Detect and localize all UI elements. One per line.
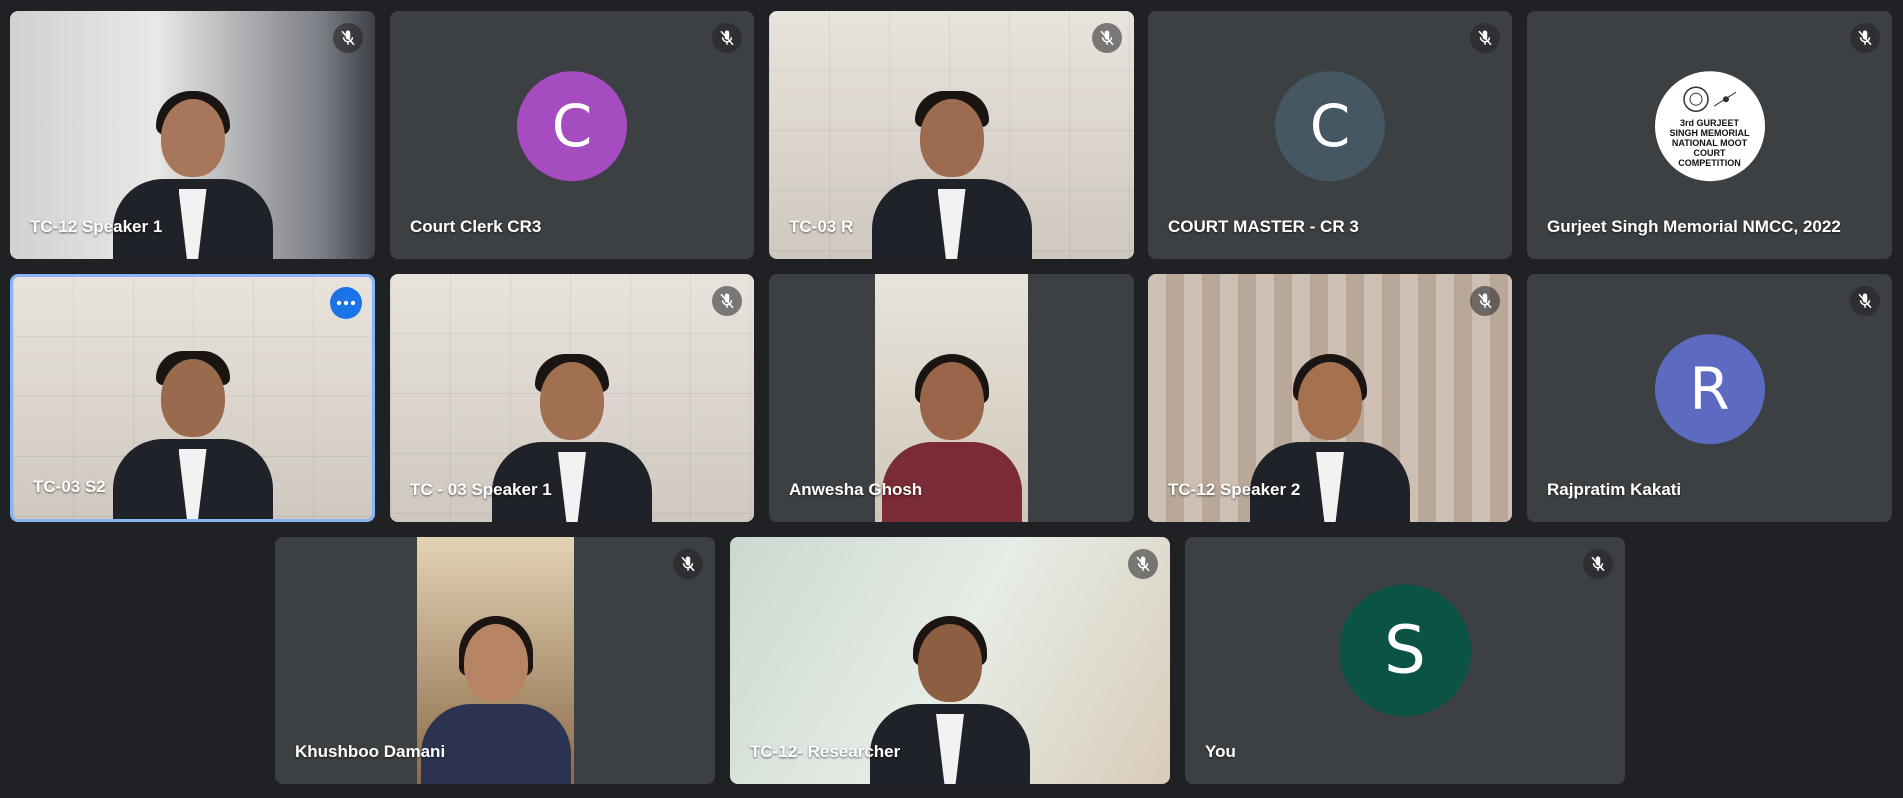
participant-tile-self[interactable]: S You — [1185, 537, 1625, 784]
participant-tile[interactable]: C Court Clerk CR3 — [390, 11, 754, 259]
participant-tile[interactable]: C COURT MASTER - CR 3 — [1148, 11, 1512, 259]
participant-name: Anwesha Ghosh — [789, 480, 923, 499]
participant-name: Rajpratim Kakati — [1547, 480, 1682, 499]
logo-text: 3rd GURJEET SINGH MEMORIAL NATIONAL MOOT… — [1669, 118, 1750, 169]
mic-off-icon — [673, 549, 703, 579]
mic-off-icon — [1092, 23, 1122, 53]
participant-tile[interactable]: Khushboo Damani — [275, 537, 715, 784]
mic-off-icon — [712, 23, 742, 53]
participant-tile[interactable]: Anwesha Ghosh — [769, 274, 1134, 522]
participant-name: TC - 03 Speaker 1 — [410, 480, 552, 499]
participant-name: TC-03 S2 — [33, 477, 106, 496]
participant-tile[interactable]: TC-03 R — [769, 11, 1134, 259]
participant-tile[interactable]: 3rd GURJEET SINGH MEMORIAL NATIONAL MOOT… — [1527, 11, 1892, 259]
mic-off-icon — [1850, 286, 1880, 316]
avatar: C — [1275, 71, 1385, 182]
participant-tile[interactable]: R Rajpratim Kakati — [1527, 274, 1892, 522]
mic-off-icon — [1470, 286, 1500, 316]
mic-off-icon — [333, 23, 363, 53]
participant-tile-active[interactable]: TC-03 S2 — [10, 274, 375, 522]
mic-off-icon — [712, 286, 742, 316]
participant-tile[interactable]: TC-12 Speaker 2 — [1148, 274, 1512, 522]
mic-off-icon — [1583, 549, 1613, 579]
avatar: S — [1339, 583, 1471, 716]
mic-off-icon — [1470, 23, 1500, 53]
more-options-icon[interactable] — [330, 287, 362, 319]
competition-logo: 3rd GURJEET SINGH MEMORIAL NATIONAL MOOT… — [1654, 71, 1765, 182]
mic-off-icon — [1850, 23, 1880, 53]
participant-name: Gurjeet Singh Memorial NMCC, 2022 — [1547, 217, 1841, 236]
mic-off-icon — [1128, 549, 1158, 579]
participant-tile[interactable]: TC - 03 Speaker 1 — [390, 274, 754, 522]
participant-tile[interactable]: TC-12 Speaker 1 — [10, 11, 375, 259]
participant-tile[interactable]: TC-12- Researcher — [730, 537, 1170, 784]
participant-name: TC-12 Speaker 1 — [30, 217, 163, 236]
avatar: C — [517, 71, 627, 182]
avatar: R — [1654, 334, 1765, 445]
participant-name: Khushboo Damani — [295, 742, 446, 761]
participant-name: COURT MASTER - CR 3 — [1168, 217, 1359, 236]
participant-name: You — [1205, 742, 1236, 761]
participant-name: TC-03 R — [789, 217, 854, 236]
participant-name: Court Clerk CR3 — [410, 217, 542, 236]
participant-name: TC-12 Speaker 2 — [1168, 480, 1301, 499]
participant-name: TC-12- Researcher — [750, 742, 901, 761]
emblem-icon — [1682, 86, 1736, 112]
